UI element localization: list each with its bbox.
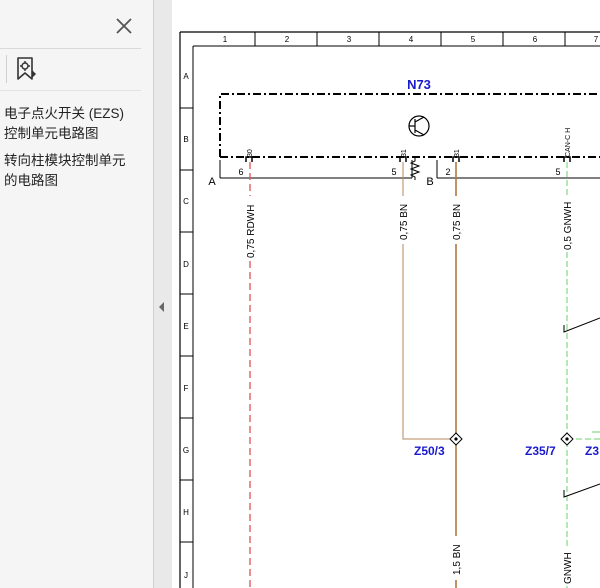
divider: [0, 90, 141, 91]
row-letter: F: [184, 384, 189, 393]
junction-label: Z3: [585, 444, 599, 458]
divider: [0, 48, 141, 49]
column-number: 7: [594, 35, 599, 44]
wire-label: 0,75 BN: [399, 204, 410, 240]
bookmark-label: 电子点火开关 (EZS): [4, 106, 124, 121]
wire-label: 0,5 GNWH: [563, 202, 574, 250]
switch-contact: [563, 317, 600, 333]
divider: [153, 0, 154, 588]
pin-number: 2: [445, 167, 450, 177]
document-page: 1 2 3 4 5 6 7 A B C D E F G H J N73 A B …: [172, 0, 600, 588]
column-number: 4: [409, 35, 414, 44]
connector-b-label: B: [426, 176, 433, 188]
row-letter: G: [183, 446, 189, 455]
bookmark-item[interactable]: 电子点火开关 (EZS) 控制单元电路图: [4, 104, 144, 144]
row-letter: E: [183, 322, 188, 331]
junction-icon: [560, 432, 574, 446]
switch-contact: [563, 483, 600, 498]
bookmark-label: 控制单元电路图: [4, 126, 99, 141]
row-letter: C: [183, 197, 189, 206]
column-number: 2: [285, 35, 290, 44]
wiring-diagram: 1 2 3 4 5 6 7 A B C D E F G H J N73 A B …: [179, 31, 600, 588]
divider: [6, 55, 7, 83]
bookmark-settings-icon[interactable]: [14, 56, 40, 82]
pin-number: 5: [391, 167, 396, 177]
pin-number: 5: [555, 167, 560, 177]
close-icon[interactable]: [112, 14, 136, 38]
wire-label: 0,75 BN: [452, 204, 463, 240]
wire-label: GNWH: [563, 552, 574, 584]
wire-label: 0,75 RDWH: [246, 205, 257, 258]
junction-label: Z50/3: [414, 444, 445, 458]
junction-icon: [449, 432, 463, 446]
row-letter: H: [183, 508, 189, 517]
pin-terminal: 31: [401, 149, 408, 157]
pin-terminal: 31: [454, 149, 461, 157]
pin-terminal: 30: [247, 149, 254, 157]
wire-bn: [402, 162, 455, 440]
wire-label: 1,5 BN: [452, 544, 463, 575]
column-number: 5: [471, 35, 476, 44]
bookmark-item[interactable]: 转向柱模块控制单元 的电路图: [4, 151, 144, 191]
row-letter: A: [183, 72, 189, 81]
collapse-panel-icon[interactable]: [156, 300, 168, 314]
pin-terminal: CAN-C H: [565, 128, 572, 157]
row-letter: D: [183, 260, 189, 269]
connector-a-label: A: [208, 176, 216, 188]
row-letter: J: [184, 571, 188, 580]
column-number: 1: [223, 35, 228, 44]
transistor-icon: [408, 115, 430, 137]
bookmark-label: 转向柱模块控制单元: [4, 153, 126, 168]
bookmarks-panel: 电子点火开关 (EZS) 控制单元电路图 转向柱模块控制单元 的电路图: [0, 0, 153, 588]
row-letter: B: [183, 135, 188, 144]
panel-splitter[interactable]: [153, 0, 172, 588]
column-number: 3: [347, 35, 352, 44]
component-label: N73: [407, 77, 431, 92]
column-number: 6: [533, 35, 538, 44]
bookmark-label: 的电路图: [4, 173, 58, 188]
pin-number: 6: [238, 167, 243, 177]
junction-label: Z35/7: [525, 444, 556, 458]
